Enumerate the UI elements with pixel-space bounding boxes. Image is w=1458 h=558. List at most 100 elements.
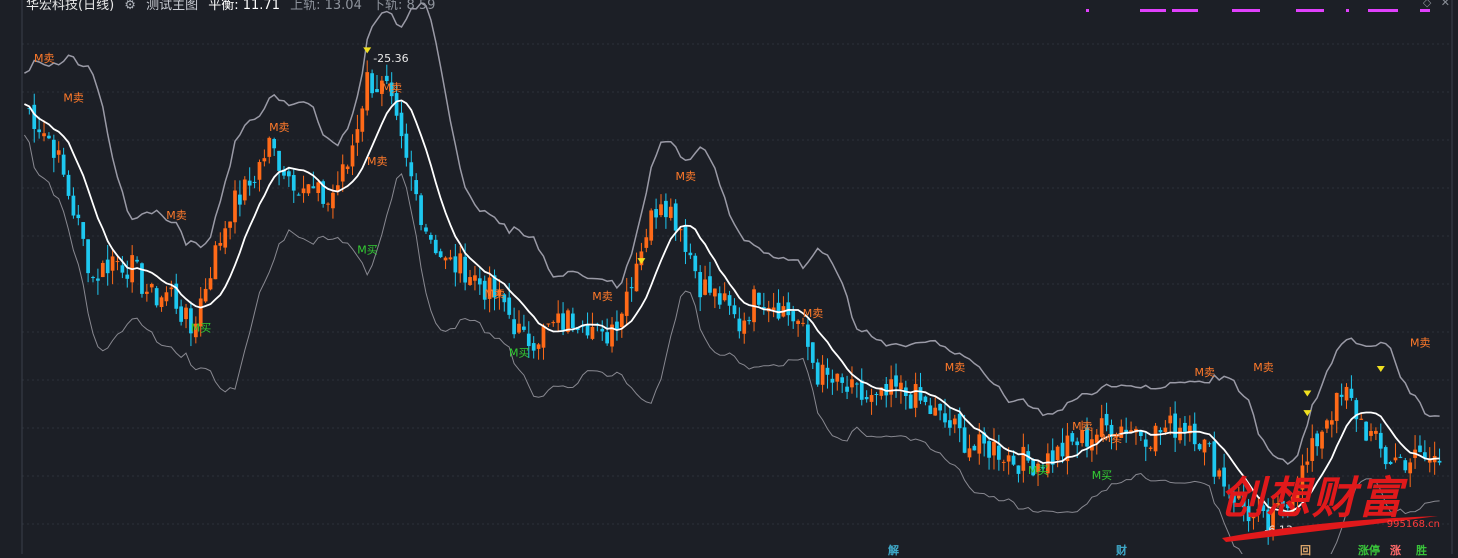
candle xyxy=(1344,386,1349,401)
candle xyxy=(477,278,482,285)
sell-signal-label: M卖 xyxy=(1195,366,1216,379)
magenta-bar xyxy=(1140,9,1166,12)
candle xyxy=(536,344,541,349)
candle xyxy=(213,245,218,280)
candle xyxy=(76,214,81,219)
candle xyxy=(703,279,707,295)
price-mark-label: -25.36 xyxy=(373,52,408,65)
candle xyxy=(267,137,272,157)
candle xyxy=(316,182,321,193)
candle xyxy=(184,307,188,320)
magenta-bar xyxy=(1296,9,1324,12)
candle xyxy=(1168,415,1173,424)
candle xyxy=(1339,394,1344,397)
candle xyxy=(1173,413,1177,438)
candle xyxy=(331,192,335,209)
candle xyxy=(287,171,291,177)
candle xyxy=(722,293,727,301)
candle xyxy=(1329,420,1334,425)
candle xyxy=(629,287,634,289)
candle xyxy=(277,150,281,171)
candle xyxy=(605,332,609,344)
candle xyxy=(1310,438,1315,461)
candle xyxy=(458,253,463,274)
candle xyxy=(1374,430,1378,434)
footer-marker[interactable]: 胜 xyxy=(1416,542,1427,558)
candle xyxy=(208,278,213,290)
candle xyxy=(673,203,678,231)
close-icon[interactable]: ✕ xyxy=(1441,0,1450,9)
candle xyxy=(541,325,546,348)
chart-stage: M卖 M卖 M卖 M卖 M卖 M卖 M卖 M卖 M卖 M卖 M卖 M卖 M卖 M卖 M卖 M卖 M买 M买 M买 M买… xyxy=(0,0,1458,557)
candle xyxy=(135,259,139,262)
candle xyxy=(1315,433,1319,447)
candle xyxy=(962,427,967,453)
candle xyxy=(448,257,453,260)
candle xyxy=(957,413,962,429)
candle xyxy=(340,164,345,182)
candle xyxy=(463,256,467,283)
candle xyxy=(100,262,105,278)
footer-marker[interactable]: 涨 xyxy=(1390,542,1401,558)
upper-band-line xyxy=(24,2,1440,465)
candle xyxy=(438,251,443,258)
sell-signal-label: M卖 xyxy=(269,121,290,134)
candle xyxy=(228,221,232,228)
candle xyxy=(531,343,536,351)
candle xyxy=(1197,444,1202,450)
candle xyxy=(47,135,51,139)
candle xyxy=(218,242,223,246)
candle xyxy=(997,445,1001,460)
candle xyxy=(624,291,629,316)
candle xyxy=(1378,432,1383,449)
candle xyxy=(825,367,830,375)
candle xyxy=(1163,427,1168,433)
candle xyxy=(634,263,639,292)
footer-marker[interactable]: 涨停 xyxy=(1358,542,1380,558)
candle xyxy=(272,139,277,149)
sell-signal-label: M卖 xyxy=(485,287,506,300)
candle xyxy=(668,206,673,218)
candle xyxy=(291,175,296,191)
candle xyxy=(1148,447,1153,449)
candle xyxy=(51,139,56,158)
indicator-name[interactable]: 测试主图 xyxy=(146,0,198,13)
candle xyxy=(115,261,120,263)
candle xyxy=(105,259,110,274)
sell-signal-label: M卖 xyxy=(1072,420,1093,433)
footer-marker[interactable]: 回 xyxy=(1300,542,1311,558)
diamond-icon[interactable]: ◇ xyxy=(1423,0,1431,9)
candle xyxy=(727,295,732,306)
candle xyxy=(365,72,370,111)
candle xyxy=(938,403,942,411)
candle xyxy=(1334,392,1339,421)
candle xyxy=(717,293,722,305)
candle xyxy=(923,396,928,403)
candle xyxy=(125,274,130,279)
candle xyxy=(1320,431,1324,449)
sell-signal-label: M卖 xyxy=(803,307,824,320)
magenta-bar xyxy=(1420,9,1430,12)
candle xyxy=(1104,413,1109,426)
upper-value: 上轨: 13.04 xyxy=(290,0,362,13)
gear-icon[interactable]: ⚙ xyxy=(124,0,136,13)
candle xyxy=(414,180,419,195)
candle xyxy=(169,287,174,290)
footer-marker[interactable]: 解 xyxy=(888,542,899,558)
candle xyxy=(404,133,409,158)
candle xyxy=(619,313,624,328)
candle xyxy=(992,441,996,456)
watermark-url: 995168.cn xyxy=(1386,519,1440,530)
candle xyxy=(556,313,561,323)
candle xyxy=(91,277,95,279)
candle xyxy=(1006,455,1011,462)
candle xyxy=(110,256,115,271)
candle xyxy=(120,265,125,273)
candle xyxy=(546,323,551,325)
stock-name[interactable]: 华宏科技(日线) xyxy=(26,0,114,13)
candle xyxy=(571,313,575,329)
footer-marker[interactable]: 财 xyxy=(1116,542,1127,558)
candle xyxy=(1016,465,1021,474)
candle xyxy=(972,445,977,451)
candle xyxy=(948,420,952,428)
